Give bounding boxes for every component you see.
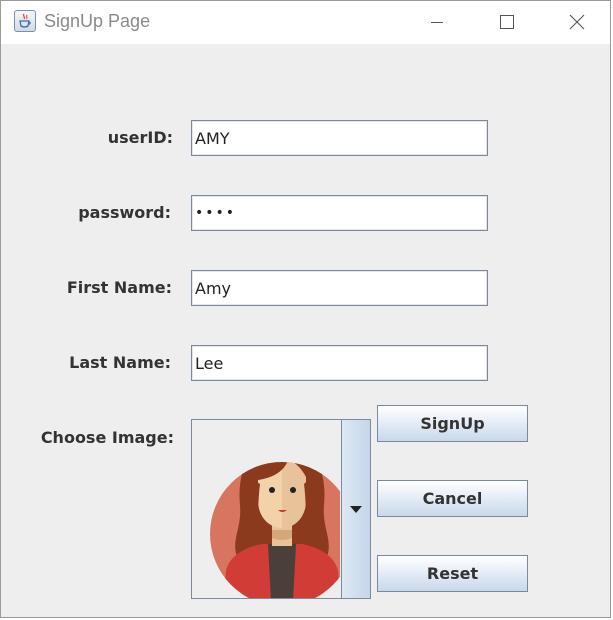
java-coffee-cup-icon [14,10,36,32]
dropdown-button[interactable] [341,420,370,598]
password-field[interactable]: •••• [191,195,488,231]
female-avatar-image [210,462,340,598]
userid-field[interactable] [191,120,488,156]
userid-label: userID: [107,128,173,147]
lastname-field[interactable] [191,345,488,381]
selected-image[interactable] [192,420,340,598]
chevron-down-icon [350,505,362,513]
signup-window: SignUp Page userID: password: •••• First… [0,0,611,618]
firstname-field[interactable] [191,270,488,306]
password-label: password: [78,203,171,222]
image-combo-box[interactable] [191,419,371,599]
minimize-icon [431,22,443,23]
title-bar[interactable]: SignUp Page [1,1,610,44]
choose-image-label: Choose Image: [40,428,174,447]
firstname-label: First Name: [66,278,172,297]
minimize-button[interactable] [414,7,460,37]
cancel-button[interactable]: Cancel [377,480,528,517]
reset-button[interactable]: Reset [377,555,528,592]
close-button[interactable] [554,7,600,37]
window-title: SignUp Page [44,11,151,31]
signup-button[interactable]: SignUp [377,405,528,442]
maximize-button[interactable] [484,7,530,37]
lastname-label: Last Name: [69,353,171,372]
password-mask: •••• [195,205,237,221]
maximize-icon [500,15,514,29]
close-icon [569,14,585,30]
